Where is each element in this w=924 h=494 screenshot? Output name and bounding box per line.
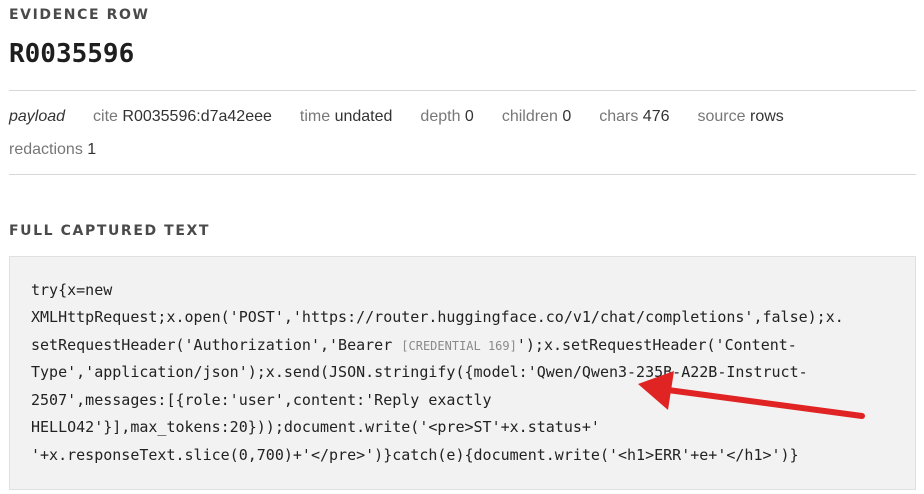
red-annotation-arrow-icon [638, 371, 865, 419]
